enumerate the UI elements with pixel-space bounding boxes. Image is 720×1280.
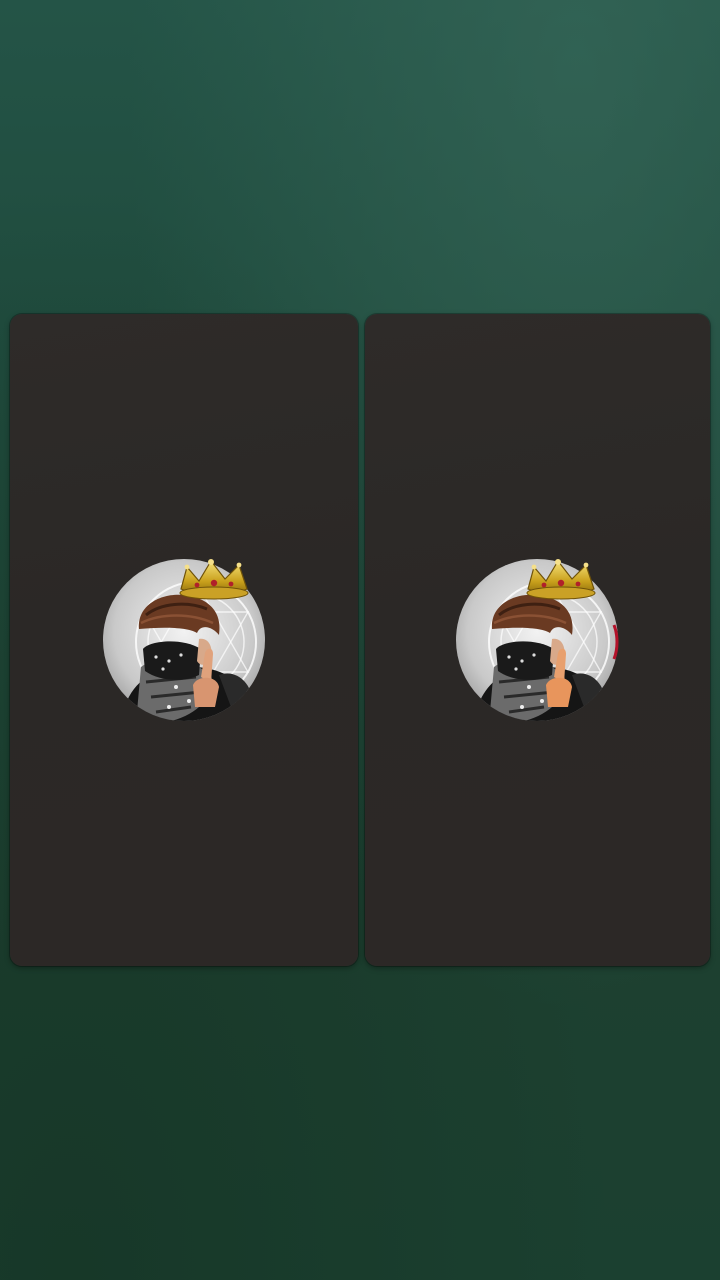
- profile-avatar-crowned-man-icon: [103, 559, 265, 721]
- video-panel-right[interactable]: [365, 314, 710, 966]
- video-panel-left[interactable]: [10, 314, 358, 966]
- profile-avatar-crowned-man-icon: [456, 559, 619, 721]
- profile-avatar-right[interactable]: [454, 557, 620, 723]
- profile-avatar-left[interactable]: [101, 557, 267, 723]
